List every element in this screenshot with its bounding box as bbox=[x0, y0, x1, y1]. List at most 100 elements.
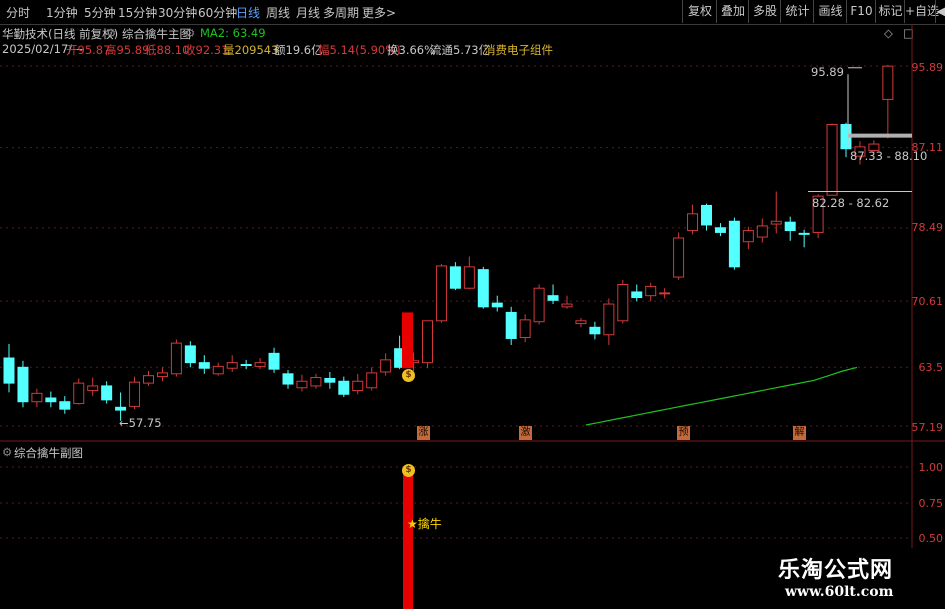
candle-body-up bbox=[296, 380, 308, 389]
price-axis-label: 95.89 bbox=[911, 61, 944, 74]
candle-body-up bbox=[756, 225, 768, 238]
candle-body-up bbox=[617, 284, 629, 322]
period-tab[interactable]: 多周期 bbox=[323, 4, 359, 21]
candle-body-down bbox=[798, 232, 810, 235]
toolbar-button[interactable]: 叠加 bbox=[716, 0, 749, 23]
candle-body-up bbox=[170, 342, 182, 375]
price-axis-label: 57.19 bbox=[911, 421, 944, 434]
signal-candle bbox=[402, 312, 413, 369]
candle-body-down bbox=[631, 291, 643, 299]
price-axis-label: 70.61 bbox=[911, 295, 944, 308]
candle-body-down bbox=[115, 406, 127, 411]
candle-body-down bbox=[701, 204, 712, 226]
kline-chart[interactable] bbox=[0, 24, 945, 609]
period-tab[interactable]: 更多> bbox=[362, 4, 396, 21]
candle-body-up bbox=[380, 359, 392, 373]
candle-body-up bbox=[519, 319, 531, 339]
candle-body-up bbox=[143, 375, 154, 384]
candle-body-down bbox=[268, 352, 280, 370]
candle-body-down bbox=[3, 357, 15, 384]
candle-body-down bbox=[240, 364, 252, 367]
money-bag-icon: $ bbox=[402, 369, 415, 382]
period-tab[interactable]: 日线 bbox=[236, 4, 260, 21]
candle-body-down bbox=[491, 302, 503, 308]
candle-body-up bbox=[882, 65, 894, 100]
top-toolbar: 分时 1分钟 5分钟 15分钟 30分钟 60分钟 日线 周线 月线 多周期 更多> 复权 叠加 多股 统计… bbox=[0, 0, 945, 25]
period-tab[interactable]: 月线 bbox=[296, 4, 320, 21]
candle-body-up bbox=[87, 385, 99, 392]
candle-body-up bbox=[254, 362, 266, 367]
candle-body-up bbox=[129, 381, 141, 407]
sub-indicator-title[interactable]: 综合擒牛副图 bbox=[14, 445, 83, 461]
candle-body-down bbox=[17, 366, 29, 403]
candle-body-down bbox=[728, 220, 740, 268]
candle-body-up bbox=[742, 230, 754, 243]
candle-body-down bbox=[184, 345, 196, 364]
candle-body-down bbox=[547, 295, 559, 301]
candle-body-down bbox=[324, 377, 336, 383]
period-tab[interactable]: 分时 bbox=[6, 4, 30, 21]
candle-body-down bbox=[589, 326, 601, 335]
sub-axis-label: 1.00 bbox=[918, 461, 944, 474]
period-tab[interactable]: 周线 bbox=[266, 4, 290, 21]
sub-axis-label: 0.75 bbox=[918, 497, 944, 510]
high-price-label: 95.89 bbox=[811, 65, 844, 79]
sub-gear-icon[interactable]: ⚙ bbox=[2, 445, 12, 459]
candle-body-down bbox=[45, 397, 57, 403]
candle-body-down bbox=[101, 385, 113, 401]
candle-body-up bbox=[826, 124, 838, 196]
candle-body-up bbox=[352, 380, 364, 392]
signal-marker-release: 解 bbox=[793, 426, 806, 440]
period-tab[interactable]: 1分钟 bbox=[46, 4, 78, 21]
sub-axis-label: 0.50 bbox=[918, 532, 944, 545]
support-range-label: 82.28 - 82.62 bbox=[812, 196, 890, 210]
period-tab[interactable]: 30分钟 bbox=[158, 4, 197, 21]
candle-body-up bbox=[575, 320, 587, 325]
catch-bull-label: ★擒牛 bbox=[407, 517, 442, 531]
toolbar-button[interactable]: F10 bbox=[846, 0, 876, 23]
signal-marker-warn: 预 bbox=[677, 426, 690, 440]
candle-body-down bbox=[505, 311, 517, 339]
candle-body-up bbox=[561, 303, 573, 308]
candle-body-up bbox=[659, 292, 671, 295]
candle-body-down bbox=[449, 266, 461, 289]
toolbar-button[interactable]: 标记 bbox=[875, 0, 905, 23]
candle-body-up bbox=[687, 213, 699, 232]
sub-signal-bar bbox=[403, 472, 413, 609]
price-axis-label: 63.5 bbox=[918, 361, 944, 374]
candle-body-down bbox=[714, 227, 726, 233]
watermark-url: www.60lt.com bbox=[785, 584, 894, 600]
candle-body-up bbox=[366, 372, 378, 389]
toolbar-button[interactable]: 复权 bbox=[682, 0, 717, 23]
low-price-label: ←57.75 bbox=[119, 416, 162, 430]
candle-body-up bbox=[645, 285, 657, 297]
signal-marker-rise: 涨 bbox=[417, 426, 430, 440]
price-axis-label: 78.49 bbox=[911, 221, 944, 234]
candle-body-down bbox=[282, 373, 294, 385]
candle-body-up bbox=[310, 377, 322, 387]
candle-body-down bbox=[198, 362, 210, 369]
toolbar-button[interactable]: 多股 bbox=[748, 0, 781, 23]
toolbar-button[interactable]: ◀ bbox=[935, 0, 945, 23]
candle-body-up bbox=[212, 365, 224, 375]
candle-body-up bbox=[422, 320, 433, 364]
candle-body-up bbox=[73, 382, 85, 405]
toolbar-button[interactable]: +自选 bbox=[904, 0, 939, 23]
toolbar-button[interactable]: 统计 bbox=[780, 0, 814, 23]
candle-body-down bbox=[477, 269, 489, 308]
toolbar-button[interactable]: 画线 bbox=[813, 0, 847, 23]
ma2-line bbox=[585, 366, 858, 426]
candle-body-up bbox=[156, 372, 168, 378]
candle-body-up bbox=[435, 265, 447, 322]
candle-body-up bbox=[31, 392, 43, 403]
period-tab[interactable]: 15分钟 bbox=[118, 4, 157, 21]
period-tab[interactable]: 60分钟 bbox=[198, 4, 237, 21]
period-tab[interactable]: 5分钟 bbox=[84, 4, 116, 21]
candle-body-down bbox=[338, 380, 350, 395]
candle-body-up bbox=[463, 266, 475, 289]
signal-marker-surge: 激 bbox=[519, 426, 532, 440]
candle-body-up bbox=[226, 362, 238, 369]
watermark-title: 乐淘公式网 bbox=[778, 557, 894, 583]
candle-body-up bbox=[603, 303, 615, 336]
money-bag-icon: $ bbox=[402, 464, 415, 477]
